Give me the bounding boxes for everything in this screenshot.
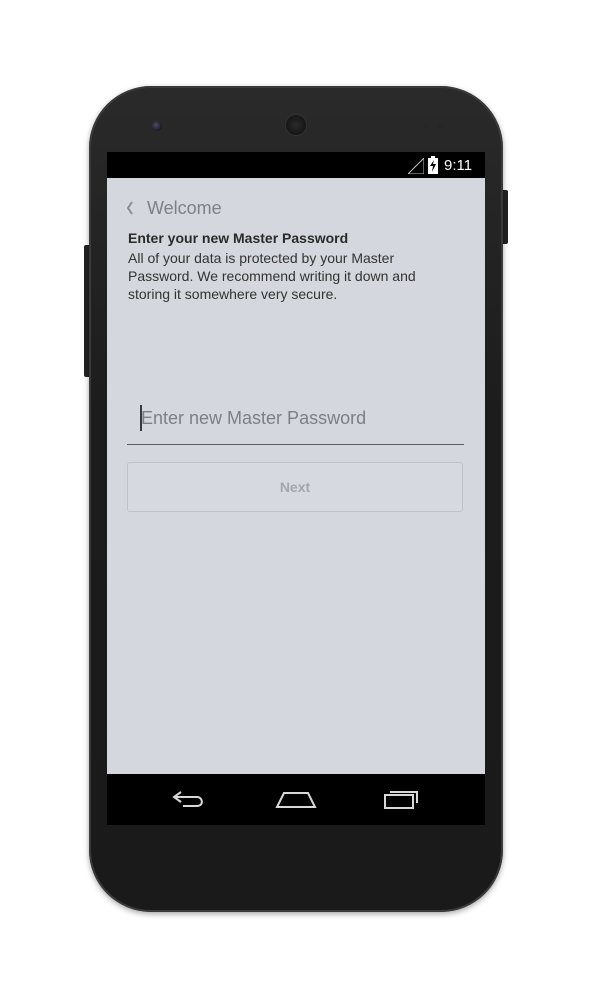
back-icon[interactable]	[171, 788, 209, 810]
power-button	[503, 190, 508, 244]
section-description: All of your data is protected by your Ma…	[128, 250, 416, 302]
page-title: Welcome	[147, 197, 222, 218]
master-password-field[interactable]	[127, 396, 464, 445]
signal-icon	[408, 158, 424, 174]
app-screen: Welcome Enter your new Master Password A…	[107, 178, 485, 774]
light-sensor	[438, 124, 443, 129]
earpiece-speaker	[286, 115, 306, 135]
phone-screen: 9:11 Welcome Enter your new Master Passw…	[107, 152, 485, 825]
next-button[interactable]: Next	[127, 462, 463, 512]
recents-icon[interactable]	[383, 788, 421, 810]
battery-charging-icon	[428, 156, 438, 174]
status-time: 9:11	[444, 157, 473, 174]
proximity-sensor	[424, 124, 429, 129]
section-heading: Enter your new Master Password	[128, 230, 349, 246]
back-navigation[interactable]: Welcome	[125, 196, 222, 220]
front-camera	[152, 121, 162, 131]
home-icon[interactable]	[275, 788, 317, 810]
chevron-left-icon[interactable]	[125, 200, 135, 216]
master-password-input[interactable]	[141, 403, 451, 433]
navigation-bar	[107, 774, 485, 825]
status-bar: 9:11	[107, 152, 485, 178]
